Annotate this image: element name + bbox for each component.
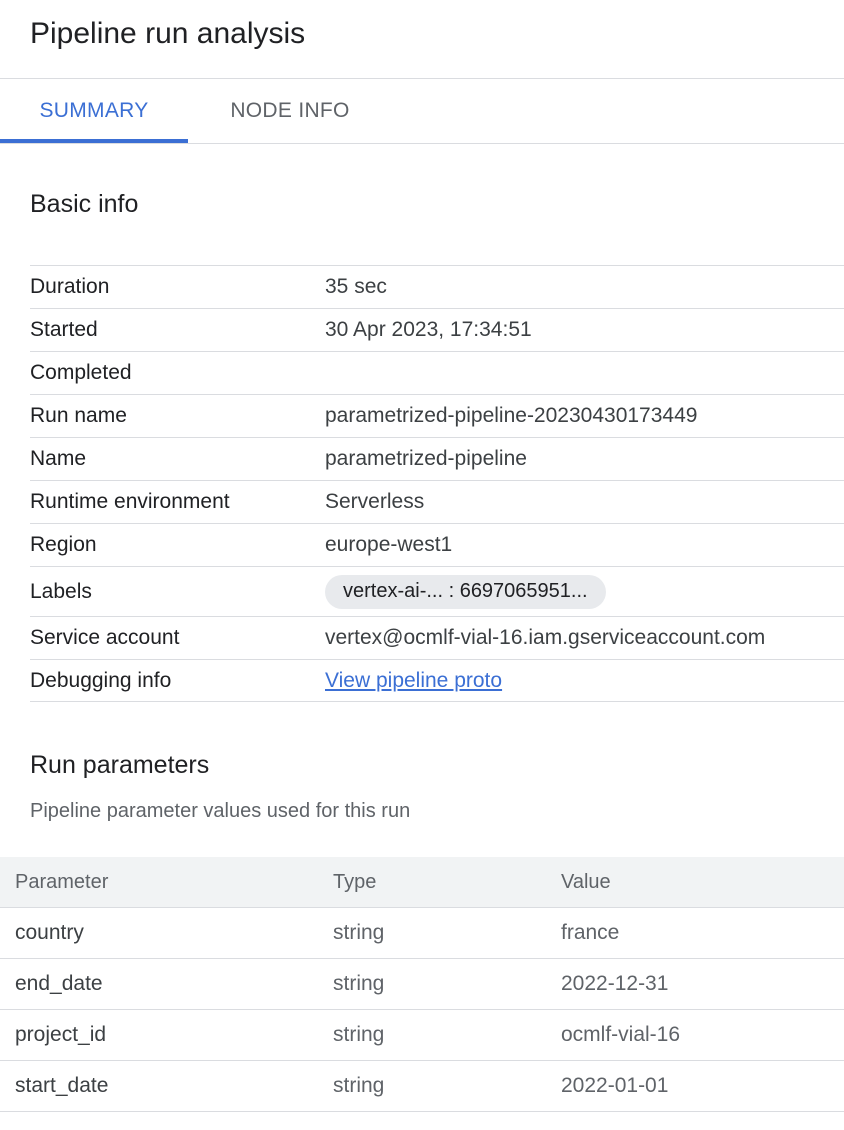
- info-row-labels: Labels vertex-ai-... : 6697065951...: [30, 566, 844, 616]
- table-row: start_date string 2022-01-01: [0, 1061, 844, 1112]
- parameter-value: 2022-12-31: [561, 972, 669, 995]
- tabs-divider: [0, 143, 844, 144]
- info-value: 35 sec: [325, 275, 387, 298]
- info-label: Completed: [30, 361, 132, 384]
- parameter-type: string: [333, 972, 385, 995]
- parameter-type: string: [333, 1074, 385, 1097]
- info-row-completed: Completed: [30, 351, 844, 394]
- table-header: Parameter Type Value: [0, 857, 844, 908]
- tab-node-info[interactable]: NODE INFO: [188, 79, 392, 143]
- info-value: Serverless: [325, 490, 425, 513]
- info-value: vertex-ai-... : 6697065951...: [325, 567, 606, 616]
- basic-info-heading: Basic info: [30, 190, 139, 218]
- run-parameters-subtitle: Pipeline parameter values used for this …: [30, 800, 411, 822]
- label-chip[interactable]: vertex-ai-... : 6697065951...: [325, 574, 606, 609]
- info-label: Region: [30, 533, 97, 556]
- table-row: end_date string 2022-12-31: [0, 959, 844, 1010]
- info-value: parametrized-pipeline: [325, 447, 527, 470]
- info-row-region: Region europe-west1: [30, 523, 844, 566]
- table-row: country string france: [0, 908, 844, 959]
- info-value: europe-west1: [325, 533, 453, 556]
- info-value: 30 Apr 2023, 17:34:51: [325, 318, 532, 341]
- page-title: Pipeline run analysis: [30, 17, 306, 50]
- info-value: View pipeline proto: [325, 660, 502, 701]
- basic-info-table: Duration 35 sec Started 30 Apr 2023, 17:…: [30, 265, 844, 702]
- run-parameters-heading: Run parameters: [30, 751, 210, 779]
- parameter-value: 2022-01-01: [561, 1074, 669, 1097]
- parameter-name: country: [15, 921, 84, 944]
- view-pipeline-proto-link[interactable]: View pipeline proto: [325, 669, 502, 693]
- info-label: Duration: [30, 275, 110, 298]
- parameter-value: france: [561, 921, 620, 944]
- info-row-runtime-environment: Runtime environment Serverless: [30, 480, 844, 523]
- info-row-debugging-info: Debugging info View pipeline proto: [30, 659, 844, 702]
- column-header-value[interactable]: Value: [561, 857, 611, 907]
- info-label: Debugging info: [30, 668, 172, 692]
- info-label: Runtime environment: [30, 490, 230, 513]
- column-header-type[interactable]: Type: [333, 857, 376, 907]
- info-value: vertex@ocmlf-vial-16.iam.gserviceaccount…: [325, 626, 766, 649]
- info-label: Name: [30, 447, 87, 470]
- pipeline-run-analysis-panel: Pipeline run analysis SUMMARY NODE INFO …: [0, 0, 844, 1130]
- info-row-duration: Duration 35 sec: [30, 265, 844, 308]
- parameter-value: ocmlf-vial-16: [561, 1023, 681, 1046]
- parameter-type: string: [333, 921, 385, 944]
- info-label: Service account: [30, 626, 180, 649]
- info-row-name: Name parametrized-pipeline: [30, 437, 844, 480]
- parameter-name: end_date: [15, 972, 103, 995]
- info-value: parametrized-pipeline-20230430173449: [325, 404, 698, 427]
- parameter-name: project_id: [15, 1023, 107, 1046]
- info-row-run-name: Run name parametrized-pipeline-202304301…: [30, 394, 844, 437]
- tab-summary[interactable]: SUMMARY: [0, 79, 188, 143]
- info-label: Started: [30, 318, 98, 341]
- parameter-type: string: [333, 1023, 385, 1046]
- table-row: project_id string ocmlf-vial-16: [0, 1010, 844, 1061]
- info-row-service-account: Service account vertex@ocmlf-vial-16.iam…: [30, 616, 844, 659]
- tab-bar: SUMMARY NODE INFO: [0, 79, 844, 143]
- parameter-name: start_date: [15, 1074, 109, 1097]
- run-parameters-table: Parameter Type Value country string fran…: [0, 857, 844, 1112]
- info-row-started: Started 30 Apr 2023, 17:34:51: [30, 308, 844, 351]
- info-label: Run name: [30, 404, 127, 427]
- info-label: Labels: [30, 579, 92, 603]
- column-header-parameter[interactable]: Parameter: [15, 857, 108, 907]
